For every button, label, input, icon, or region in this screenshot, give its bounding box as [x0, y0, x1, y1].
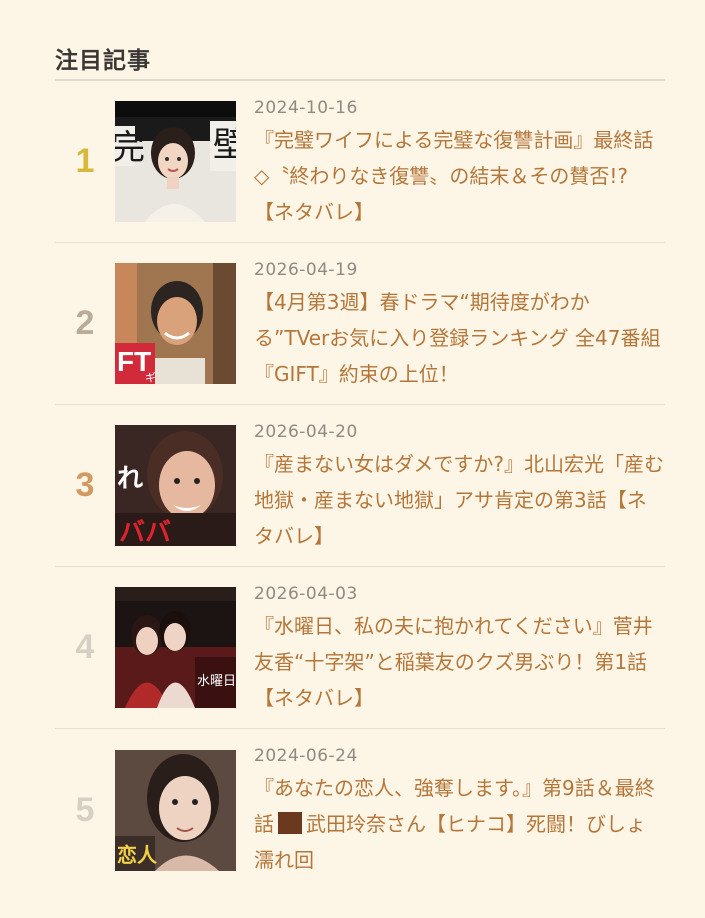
article-thumbnail[interactable]: FT ギフト — [115, 263, 236, 384]
article-date: 2024-06-24 — [254, 746, 358, 766]
rank-number: 5 — [75, 790, 95, 829]
article-info: 2024-06-24 『あなたの恋人、強奪します。』第9話＆最終話 武田玲奈さん【… — [254, 742, 665, 878]
article-thumbnail[interactable]: 恋人 — [115, 749, 236, 871]
svg-text:壁: 壁 — [213, 125, 236, 165]
article-title-link[interactable]: 『水曜日、私の夫に抱かれてください』菅井友香“十字架”と稲葉友のクズ男ぶり！第1… — [254, 608, 665, 716]
svg-text:恋人: 恋人 — [117, 843, 158, 867]
svg-text:完: 完 — [115, 128, 145, 168]
svg-text:れ: れ — [117, 464, 143, 494]
article-info: 2026-04-20 『産まない女はダメですか?』北山宏光「産む地獄・産まない地… — [254, 418, 665, 554]
article-date: 2026-04-19 — [254, 259, 358, 280]
list-item[interactable]: 4 水曜日 2026-04-03 『水曜日、私の夫に抱かれてください』菅井友香“… — [55, 567, 665, 729]
ranking-list: 1 壁 完 2024-10-16 『完璧ワイフによる完璧な復讐計画』最終話◇〝終… — [55, 81, 665, 891]
list-item[interactable]: 2 FT ギフト 2026-04-19 【4月第3週 — [55, 243, 665, 405]
article-thumbnail[interactable]: 壁 完 — [115, 101, 236, 222]
article-info: 2024-10-16 『完璧ワイフによる完璧な復讐計画』最終話◇〝終わりなき復讐… — [254, 94, 665, 230]
article-title-link[interactable]: 『完璧ワイフによる完璧な復讐計画』最終話◇〝終わりなき復讐〟の結末＆その賛否!?… — [254, 122, 665, 230]
rank-number: 4 — [75, 628, 95, 666]
article-title-part: 武田玲奈さん【ヒナコ】死闘！びしょ濡れ回 — [254, 812, 646, 872]
article-title-link[interactable]: 『産まない女はダメですか?』北山宏光「産む地獄・産まない地獄」アサ肯定の第3話【… — [254, 446, 665, 554]
article-info: 2026-04-03 『水曜日、私の夫に抱かれてください』菅井友香“十字架”と稲… — [254, 580, 665, 716]
list-item[interactable]: 5 恋人 2024-06-24 『あなたの恋人、強奪します。』第9話＆最終話 武田… — [55, 729, 665, 891]
article-info: 2026-04-19 【4月第3週】春ドラマ“期待度がわかる”TVerお気に入り… — [254, 256, 665, 392]
svg-text:水曜日: 水曜日 — [197, 674, 236, 689]
svg-text:ババ: ババ — [119, 518, 171, 546]
article-date: 2026-04-20 — [254, 421, 358, 442]
rank-number: 3 — [75, 466, 95, 504]
article-title-link[interactable]: 『あなたの恋人、強奪します。』第9話＆最終話 武田玲奈さん【ヒナコ】死闘！びしょ濡… — [254, 770, 665, 878]
list-item[interactable]: 3 れ ババ 2026-04-20 『産まない女はダメですか?』北山宏光「産む地… — [55, 405, 665, 567]
list-item[interactable]: 1 壁 完 2024-10-16 『完璧ワイフによる完璧な復讐計画』最終話◇〝終… — [55, 81, 665, 243]
brown-square-emoji-icon — [278, 812, 302, 834]
article-date: 2024-10-16 — [254, 97, 358, 118]
article-title-link[interactable]: 【4月第3週】春ドラマ“期待度がわかる”TVerお気に入り登録ランキング 全47… — [254, 284, 665, 392]
featured-articles-section: 注目記事 1 壁 完 2024-10-16 『完璧ワイフによる完璧な復讐計画』最… — [55, 44, 665, 891]
section-title: 注目記事 — [55, 44, 665, 81]
rank-number: 1 — [75, 142, 95, 180]
article-thumbnail[interactable]: 水曜日 — [115, 587, 236, 708]
rank-number: 2 — [75, 304, 95, 342]
article-thumbnail[interactable]: れ ババ — [115, 425, 236, 546]
article-date: 2026-04-03 — [254, 583, 358, 604]
